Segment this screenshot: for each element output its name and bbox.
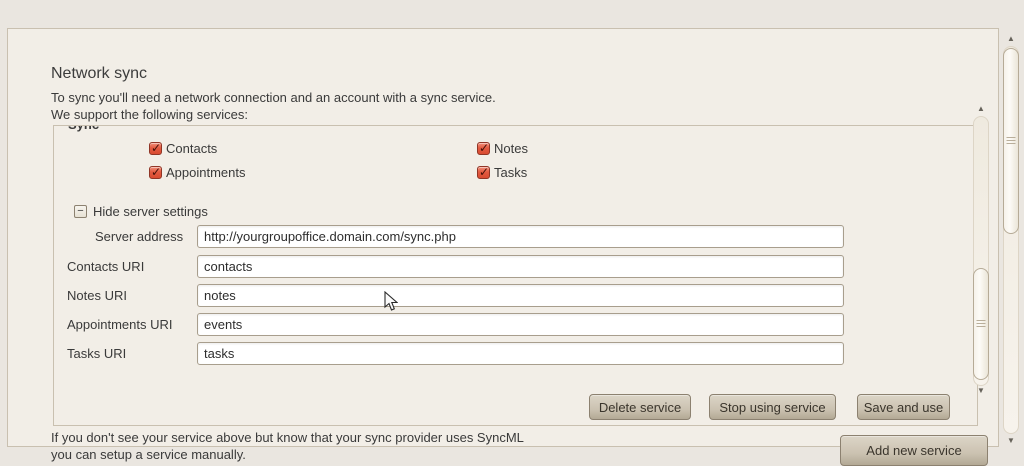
- scrollbar-thumb[interactable]: [973, 268, 989, 380]
- expander-label: Hide server settings: [93, 204, 208, 220]
- notes-uri-row: Notes URI: [54, 284, 978, 307]
- sync-settings-panel: Sync ✓ Contacts ✓ Appointments ✓ Notes ✓…: [53, 125, 978, 426]
- collapse-minus-icon[interactable]: −: [74, 205, 87, 218]
- checkbox-checked-icon[interactable]: ✓: [149, 142, 162, 155]
- checkbox-label: Contacts: [166, 141, 217, 157]
- save-and-use-button[interactable]: Save and use: [857, 394, 950, 420]
- scrollbar-thumb[interactable]: [1003, 48, 1019, 234]
- screen: Network sync To sync you'll need a netwo…: [0, 0, 1024, 463]
- panel-scrollbar[interactable]: ▲ ▼: [972, 102, 990, 398]
- footer-note-line-1: If you don't see your service above but …: [51, 430, 524, 445]
- checkbox-checked-icon[interactable]: ✓: [477, 166, 490, 179]
- contacts-uri-label: Contacts URI: [67, 255, 144, 278]
- window-scrollbar[interactable]: ▲ ▼: [1002, 30, 1020, 447]
- grip-icon: [1007, 137, 1016, 145]
- delete-service-button[interactable]: Delete service: [589, 394, 691, 420]
- add-new-service-button[interactable]: Add new service: [840, 435, 988, 466]
- check-icon: ✓: [479, 164, 489, 180]
- checkbox-label: Appointments: [166, 165, 246, 181]
- check-icon: ✓: [151, 140, 161, 156]
- grip-icon: [977, 320, 986, 328]
- scroll-up-icon[interactable]: ▲: [972, 104, 990, 114]
- check-icon: ✓: [151, 164, 161, 180]
- scroll-down-icon[interactable]: ▼: [972, 386, 990, 396]
- checkbox-label: Tasks: [494, 165, 527, 181]
- network-sync-dialog: Network sync To sync you'll need a netwo…: [7, 28, 999, 447]
- stop-using-service-button[interactable]: Stop using service: [709, 394, 836, 420]
- notes-uri-input[interactable]: [197, 284, 844, 307]
- tasks-uri-row: Tasks URI: [54, 342, 978, 365]
- contacts-uri-row: Contacts URI: [54, 255, 978, 278]
- checkbox-checked-icon[interactable]: ✓: [149, 166, 162, 179]
- appointments-uri-input[interactable]: [197, 313, 844, 336]
- mouse-cursor-icon: [384, 291, 398, 312]
- appointments-uri-label: Appointments URI: [67, 313, 173, 336]
- notes-uri-label: Notes URI: [67, 284, 127, 307]
- scroll-up-icon[interactable]: ▲: [1002, 34, 1020, 44]
- scroll-down-icon[interactable]: ▼: [1002, 436, 1020, 446]
- footer-note-line-2: you can setup a service manually.: [51, 447, 246, 462]
- server-address-input[interactable]: [197, 225, 844, 248]
- appointments-uri-row: Appointments URI: [54, 313, 978, 336]
- tasks-uri-label: Tasks URI: [67, 342, 126, 365]
- sync-group-label: Sync: [68, 125, 99, 132]
- page-title: Network sync: [51, 65, 147, 83]
- checkbox-label: Notes: [494, 141, 528, 157]
- server-address-row: Server address: [54, 225, 978, 248]
- description-line-1: To sync you'll need a network connection…: [51, 90, 496, 105]
- checkbox-checked-icon[interactable]: ✓: [477, 142, 490, 155]
- server-address-label: Server address: [95, 225, 183, 248]
- tasks-uri-input[interactable]: [197, 342, 844, 365]
- description-line-2: We support the following services:: [51, 107, 248, 122]
- contacts-uri-input[interactable]: [197, 255, 844, 278]
- check-icon: ✓: [479, 140, 489, 156]
